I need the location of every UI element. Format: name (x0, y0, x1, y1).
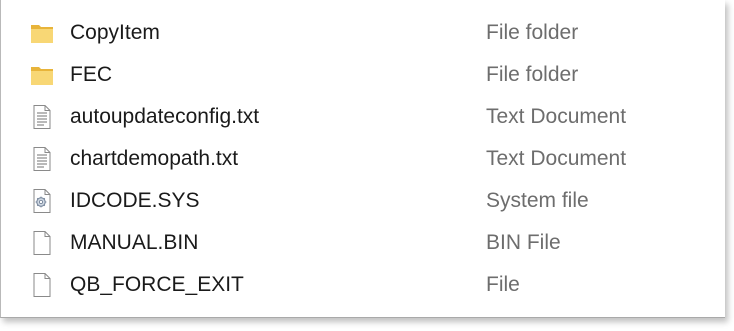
file-type: Text Document (486, 105, 627, 128)
file-row-chartdemopath[interactable]: chartdemopath.txt Text Document (1, 138, 721, 180)
file-type: BIN File (486, 231, 561, 254)
file-type: File folder (486, 63, 579, 86)
file-type: File folder (486, 21, 579, 44)
file-row-idcode[interactable]: IDCODE.SYS System file (1, 180, 721, 222)
text-document-icon (29, 104, 55, 130)
file-row-fec[interactable]: FEC File folder (1, 54, 721, 96)
file-name: chartdemopath.txt (70, 147, 239, 170)
folder-icon (29, 20, 55, 46)
file-name: IDCODE.SYS (70, 189, 200, 212)
file-row-qb-force-exit[interactable]: QB_FORCE_EXIT File (1, 264, 721, 306)
system-file-icon (29, 188, 55, 214)
file-row-autoupdateconfig[interactable]: autoupdateconfig.txt Text Document (1, 96, 721, 138)
file-name: MANUAL.BIN (70, 231, 199, 254)
file-name: QB_FORCE_EXIT (70, 273, 244, 296)
file-type: File (486, 273, 520, 296)
file-list-window: CopyItem File folder FEC File folder aut… (0, 0, 725, 318)
text-document-icon (29, 146, 55, 172)
file-type: Text Document (486, 147, 627, 170)
file-type: System file (486, 189, 589, 212)
file-row-copyitem[interactable]: CopyItem File folder (1, 12, 721, 54)
file-name: autoupdateconfig.txt (70, 105, 260, 128)
file-name: CopyItem (70, 21, 160, 44)
file-row-manual-bin[interactable]: MANUAL.BIN BIN File (1, 222, 721, 264)
folder-icon (29, 62, 55, 88)
file-name: FEC (70, 63, 112, 86)
blank-file-icon (29, 230, 55, 256)
file-list: CopyItem File folder FEC File folder aut… (1, 12, 721, 306)
blank-file-icon (29, 272, 55, 298)
